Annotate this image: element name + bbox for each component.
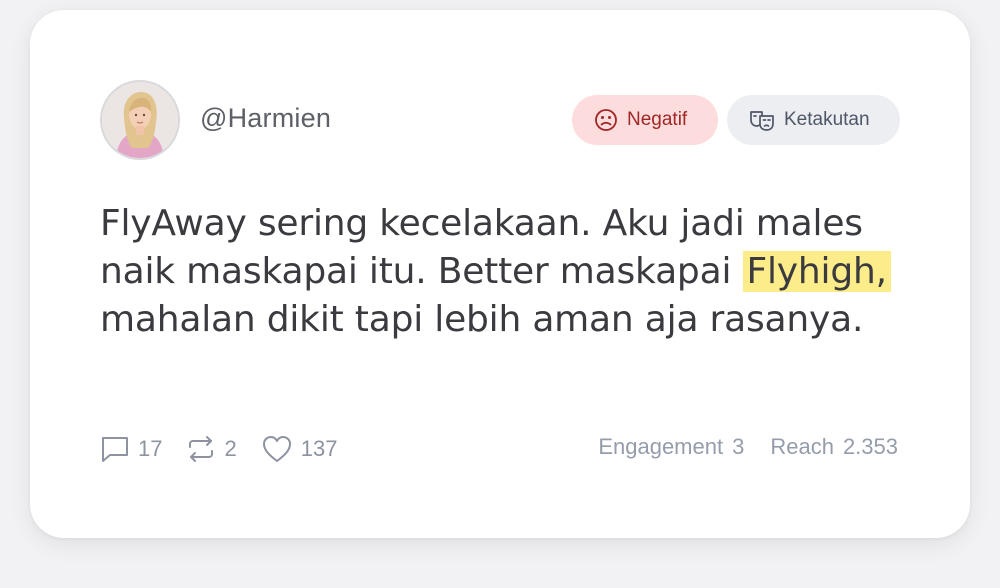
- avatar-image: [102, 82, 178, 158]
- heart-icon: [261, 434, 293, 464]
- emotion-badge[interactable]: Ketakutan: [727, 95, 900, 145]
- engagement-metric: Engagement 3: [598, 434, 744, 460]
- avatar[interactable]: [100, 80, 180, 160]
- repost-stat[interactable]: 2: [186, 434, 237, 464]
- comment-icon: [100, 434, 130, 464]
- engagement-label: Engagement: [598, 434, 724, 459]
- reach-label: Reach: [770, 434, 834, 459]
- post-stats: 17 2 137: [100, 434, 361, 464]
- reach-value: 2.353: [842, 434, 898, 459]
- username[interactable]: @Harmien: [200, 103, 331, 134]
- sentiment-label: Negatif: [627, 109, 688, 130]
- emotion-label: Ketakutan: [784, 109, 870, 130]
- reach-metric: Reach 2.353: [770, 434, 898, 460]
- sentiment-badge[interactable]: Negatif: [572, 95, 718, 145]
- like-stat[interactable]: 137: [261, 434, 338, 464]
- frown-face-icon: [594, 108, 618, 132]
- post-text: FlyAway sering kecelakaan. Aku jadi male…: [100, 200, 900, 344]
- highlighted-brand: Flyhigh,: [742, 251, 891, 292]
- post-text-after: mahalan dikit tapi lebih aman aja rasany…: [100, 299, 864, 340]
- engagement-value: 3: [732, 434, 745, 459]
- like-count: 137: [300, 436, 338, 461]
- comment-count: 17: [138, 436, 163, 461]
- repost-count: 2: [224, 436, 237, 461]
- repost-icon: [186, 434, 216, 464]
- theater-masks-icon: [749, 108, 775, 132]
- post-card: @Harmien Negatif Ketakutan FlyAway serin…: [30, 10, 970, 538]
- comment-stat[interactable]: 17: [100, 434, 162, 464]
- post-metrics: Engagement 3 Reach 2.353: [572, 434, 898, 460]
